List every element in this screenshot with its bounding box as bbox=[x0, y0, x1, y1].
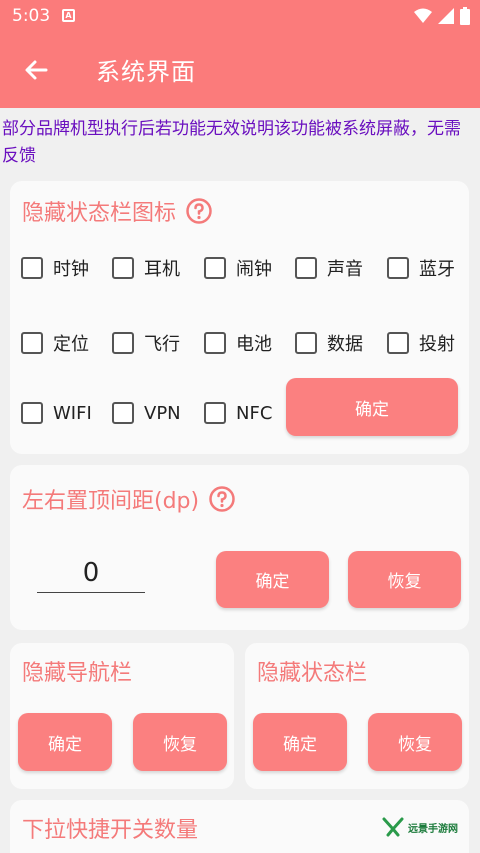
checkbox-box[interactable] bbox=[112, 257, 134, 279]
checkbox-location[interactable]: 定位 bbox=[21, 330, 89, 356]
restore-statusbar-button[interactable]: 恢复 bbox=[368, 713, 462, 771]
watermark-logo-icon bbox=[382, 817, 404, 837]
checkbox-box[interactable] bbox=[387, 332, 409, 354]
status-bar: 5:03 A bbox=[0, 0, 480, 32]
app-bar: 系统界面 bbox=[0, 32, 480, 108]
hide-statusbar-title: 隐藏状态栏 bbox=[257, 661, 368, 686]
card-title-padding: 左右置顶间距(dp) bbox=[22, 483, 235, 515]
page-title: 系统界面 bbox=[96, 58, 196, 86]
checkbox-box[interactable] bbox=[204, 332, 226, 354]
checkbox-cast[interactable]: 投射 bbox=[387, 330, 455, 356]
checkbox-wifi[interactable]: WIFI bbox=[21, 402, 92, 424]
checkbox-data[interactable]: 数据 bbox=[295, 330, 363, 356]
checkbox-headset[interactable]: 耳机 bbox=[112, 255, 180, 281]
help-icon[interactable] bbox=[209, 486, 235, 512]
quick-toggle-title: 下拉快捷开关数量 bbox=[22, 818, 199, 843]
checkbox-label: NFC bbox=[236, 402, 273, 424]
confirm-hide-statusbar-button[interactable]: 确定 bbox=[253, 713, 347, 771]
arrow-left-icon[interactable] bbox=[20, 54, 52, 86]
wifi-icon bbox=[414, 8, 432, 23]
padding-title: 左右置顶间距(dp) bbox=[22, 489, 200, 514]
checkbox-label: 定位 bbox=[53, 334, 89, 355]
checkbox-label: 耳机 bbox=[144, 259, 180, 280]
checkbox-clock[interactable]: 时钟 bbox=[21, 255, 89, 281]
checkbox-box[interactable] bbox=[295, 332, 317, 354]
card-title-hide-icons: 隐藏状态栏图标 bbox=[22, 195, 212, 227]
confirm-padding-button[interactable]: 确定 bbox=[216, 551, 329, 608]
padding-input[interactable]: 0 bbox=[37, 553, 145, 593]
hide-icons-title: 隐藏状态栏图标 bbox=[22, 201, 177, 226]
checkbox-label: WIFI bbox=[53, 402, 92, 424]
restore-navbar-button[interactable]: 恢复 bbox=[133, 713, 227, 771]
signal-icon bbox=[438, 8, 454, 24]
checkbox-bluetooth[interactable]: 蓝牙 bbox=[387, 255, 455, 281]
checkbox-label: 电池 bbox=[236, 334, 272, 355]
checkbox-box[interactable] bbox=[295, 257, 317, 279]
hide-navbar-card: 隐藏导航栏 确定 恢复 bbox=[10, 643, 234, 789]
help-icon[interactable] bbox=[186, 198, 212, 224]
checkbox-label: 时钟 bbox=[53, 259, 89, 280]
watermark-text: 远景手游网 bbox=[408, 823, 458, 835]
checkbox-label: 投射 bbox=[419, 334, 455, 355]
checkbox-box[interactable] bbox=[387, 257, 409, 279]
checkbox-battery[interactable]: 电池 bbox=[204, 330, 272, 356]
restore-padding-button[interactable]: 恢复 bbox=[348, 551, 461, 608]
watermark: 远景手游网 bbox=[382, 817, 458, 837]
hide-navbar-title: 隐藏导航栏 bbox=[22, 661, 133, 686]
hide-statusbar-card: 隐藏状态栏 确定 恢复 bbox=[245, 643, 469, 789]
notification-a-icon: A bbox=[62, 9, 75, 22]
checkbox-vpn[interactable]: VPN bbox=[112, 402, 181, 424]
checkbox-nfc[interactable]: NFC bbox=[204, 402, 272, 424]
notice-text: 部分品牌机型执行后若功能无效说明该功能被系统屏蔽，无需反馈 bbox=[2, 119, 461, 166]
checkbox-box[interactable] bbox=[21, 257, 43, 279]
padding-card: 左右置顶间距(dp) 0 确定 恢复 bbox=[10, 465, 469, 630]
checkbox-sound[interactable]: 声音 bbox=[295, 255, 363, 281]
checkbox-airplane[interactable]: 飞行 bbox=[112, 330, 180, 356]
checkbox-label: 蓝牙 bbox=[419, 259, 455, 280]
status-time: 5:03 bbox=[12, 6, 51, 26]
checkbox-label: 飞行 bbox=[144, 334, 180, 355]
checkbox-box[interactable] bbox=[204, 257, 226, 279]
checkbox-label: VPN bbox=[144, 402, 181, 424]
confirm-hide-navbar-button[interactable]: 确定 bbox=[18, 713, 112, 771]
checkbox-label: 声音 bbox=[327, 259, 363, 280]
battery-icon bbox=[460, 7, 470, 25]
checkbox-box[interactable] bbox=[204, 402, 226, 424]
checkbox-alarm[interactable]: 闹钟 bbox=[204, 255, 272, 281]
checkbox-box[interactable] bbox=[112, 332, 134, 354]
checkbox-box[interactable] bbox=[21, 402, 43, 424]
confirm-hide-icons-button[interactable]: 确定 bbox=[286, 378, 458, 436]
hide-statusbar-icons-card: 隐藏状态栏图标 时钟 耳机 闹钟 声音 蓝牙 定位 飞行 电池 数据 投射 WI… bbox=[10, 181, 469, 454]
checkbox-box[interactable] bbox=[21, 332, 43, 354]
checkbox-label: 闹钟 bbox=[236, 259, 272, 280]
checkbox-label: 数据 bbox=[327, 334, 363, 355]
system-icons bbox=[414, 7, 470, 25]
checkbox-box[interactable] bbox=[112, 402, 134, 424]
